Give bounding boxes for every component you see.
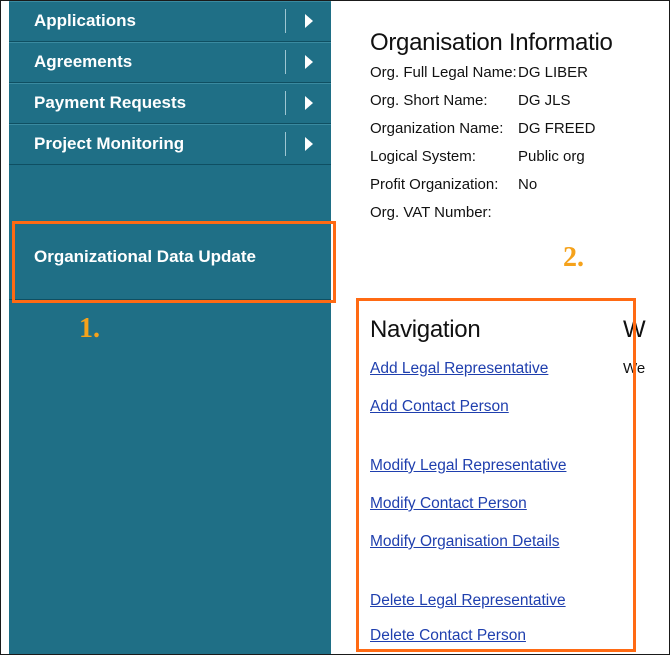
chevron-right-icon[interactable] [305,14,313,28]
sidebar-item-label: Project Monitoring [34,134,185,153]
sidebar-item-label: Payment Requests [34,93,187,112]
chevron-right-icon[interactable] [305,55,313,69]
info-label: Org. VAT Number: [370,204,492,221]
info-value: DG JLS [518,92,571,109]
sidebar-item-payment-requests[interactable]: Payment Requests [9,83,331,124]
info-value: DG LIBER [518,64,589,81]
sidebar-item-label: Agreements [34,52,133,71]
info-label: Organization Name: [370,120,504,137]
separator [285,50,286,74]
chevron-right-icon[interactable] [305,137,313,151]
info-value: Public org [518,148,585,165]
org-info-title: Organisation Informatio [370,29,613,56]
highlight-box-step-1 [12,221,336,303]
sidebar-item-label: Applications [34,11,137,30]
sidebar: Applications Agreements Payment Requests… [9,1,331,654]
info-value: No [518,176,538,193]
step-1-label: 1. [79,313,100,344]
highlight-box-step-2 [356,298,636,652]
step-2-label: 2. [563,242,584,273]
app-window: Applications Agreements Payment Requests… [0,0,670,655]
info-label: Org. Short Name: [370,92,488,109]
info-label: Logical System: [370,148,476,165]
separator [285,9,286,33]
separator [285,91,286,115]
sidebar-item-project-monitoring[interactable]: Project Monitoring [9,124,331,165]
sidebar-item-agreements[interactable]: Agreements [9,42,331,83]
chevron-right-icon[interactable] [305,96,313,110]
sidebar-item-applications[interactable]: Applications [9,1,331,42]
separator [285,132,286,156]
info-label: Org. Full Legal Name: [370,64,517,81]
info-label: Profit Organization: [370,176,499,193]
info-value: DG FREED [518,120,596,137]
